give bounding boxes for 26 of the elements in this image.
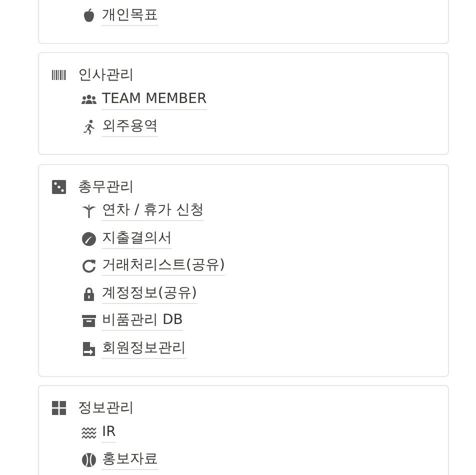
page-link[interactable]: TEAM MEMBER <box>102 90 207 110</box>
section-heading: 총무관리 <box>78 178 134 196</box>
page-link[interactable]: 계정정보(공유) <box>102 284 197 304</box>
apple-icon <box>81 8 97 24</box>
archive-icon <box>81 313 97 330</box>
barcode-icon <box>51 67 67 83</box>
section-heading: 정보관리 <box>78 399 134 417</box>
page-link[interactable]: 외주용역 <box>102 117 158 138</box>
redo-icon <box>81 258 97 274</box>
page-link[interactable]: 지출결의서 <box>102 228 172 249</box>
page-link[interactable]: 홍보자료 <box>102 450 158 470</box>
page-link[interactable]: 연차 / 휴가 신청 <box>102 201 204 222</box>
lock-icon <box>81 286 97 302</box>
page-link[interactable]: 거래처리스트(공유) <box>102 256 225 276</box>
file-icon <box>81 340 97 357</box>
ball-icon <box>81 452 97 468</box>
page-link[interactable]: 회원정보관리 <box>102 338 186 359</box>
runner-icon <box>81 119 97 136</box>
page-link[interactable]: 비품관리 DB <box>102 311 183 332</box>
grid-icon <box>51 400 67 416</box>
page-link[interactable]: IR <box>102 422 116 443</box>
waves-icon <box>81 424 97 441</box>
section-heading: 인사관리 <box>78 66 134 84</box>
palm-tree-icon <box>81 203 97 220</box>
dice-icon <box>51 178 67 194</box>
page-link[interactable]: 개인목표 <box>102 6 158 26</box>
